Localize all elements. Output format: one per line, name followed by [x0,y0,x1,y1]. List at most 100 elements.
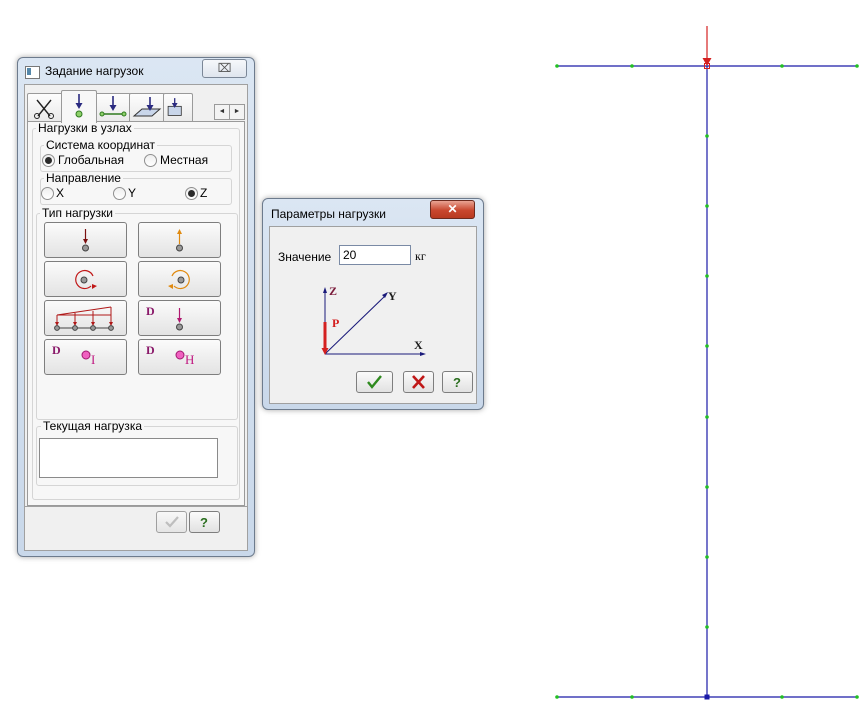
node [705,274,709,278]
help-button[interactable]: ? [189,511,220,533]
dialog-client: Значение кг Z X Y P [269,226,477,404]
node [705,555,709,559]
node [630,64,634,68]
plate-load-icon [132,97,162,117]
arrow-left-icon: ◄ [218,108,226,115]
window-client: ◄ ► Нагрузки в узлах Система координат Г… [24,84,248,551]
axis-y-label: Y [388,289,397,303]
node [555,64,559,68]
radio-global-label[interactable]: Глобальная [58,154,124,167]
node [705,485,709,489]
dialog-close-button[interactable]: ✕ [430,200,475,219]
node-loads-title: Нагрузки в узлах [36,121,134,135]
close-icon: ✕ [447,202,458,216]
node-load-icon [75,94,83,118]
apply-button[interactable] [156,511,187,533]
node [780,695,784,699]
dynamic-i-button[interactable]: D I [44,339,127,375]
node [705,344,709,348]
force-down-button[interactable] [44,222,127,258]
dynamic-h-button[interactable]: D H [138,339,221,375]
node [705,415,709,419]
moment-ccw-button[interactable] [138,261,221,297]
tab-scroll: ◄ ► [214,104,245,120]
node [855,64,859,68]
close-button[interactable]: ⌧ [202,59,247,78]
arrow-right-icon: ► [233,108,241,115]
coord-system-label: Система координат [44,138,158,152]
load-params-dialog: Параметры нагрузки ✕ Значение кг Z X Y P [262,198,484,410]
force-up-button[interactable] [138,222,221,258]
selected-node[interactable] [704,694,710,700]
load-arrow-icon [702,26,712,69]
radio-dir-x[interactable] [41,187,54,200]
radio-dir-y[interactable] [113,187,126,200]
current-load-label: Текущая нагрузка [41,419,144,433]
cancel-button[interactable] [403,371,434,393]
value-label: Значение [278,250,332,264]
value-input[interactable] [339,245,411,265]
axes-diagram: Z X Y P [321,284,426,356]
dialog-help-label: ? [453,375,461,390]
node [705,625,709,629]
radio-dir-z[interactable] [185,187,198,200]
force-up-icon [176,229,183,252]
footer-separator [25,506,247,507]
dynamic-i-icon: D I [52,343,95,367]
dialog-title: Параметры нагрузки [271,207,386,221]
force-p-label: P [332,316,339,330]
tab-scroll-left-button[interactable]: ◄ [214,104,230,120]
direction-label: Направление [44,171,123,185]
cross-icon [412,375,425,389]
radio-dir-x-label[interactable]: X [56,187,64,200]
moment-ccw-icon [168,269,190,290]
ok-button[interactable] [356,371,393,393]
window-title: Задание нагрузок [45,64,144,78]
dynamic-force-button[interactable]: D [138,300,221,336]
help-label: ? [200,515,208,530]
loads-window: Задание нагрузок ⌧ ◄ ► Нагрузки в узлах … [17,57,255,557]
moment-cw-icon [75,269,97,290]
dialog-help-button[interactable]: ? [442,371,473,393]
close-icon: ⌧ [217,61,232,75]
dynamic-h-icon: D H [146,343,194,367]
current-load-field [39,438,218,478]
node [705,134,709,138]
bar-load-icon [99,96,127,117]
node [630,695,634,699]
tab-plate-loads[interactable] [129,93,165,122]
checkmark-icon [165,516,179,528]
dynamic-force-letter: D [146,304,155,318]
radio-local-label[interactable]: Местная [160,154,208,167]
help-icon: ? [200,515,208,530]
tab-node-loads[interactable] [61,90,97,123]
radio-local[interactable] [144,154,157,167]
solid-load-icon [167,98,182,116]
load-type-label: Тип нагрузки [40,206,116,220]
tab-bar-loads[interactable] [95,93,131,122]
help-icon: ? [453,375,461,390]
radio-dir-z-label[interactable]: Z [200,187,207,200]
dynamic-force-icon: D [146,304,183,331]
axis-x-label: X [414,338,423,352]
distributed-load-button[interactable] [44,300,127,336]
tab-delete[interactable] [27,93,63,122]
tab-scroll-right-button[interactable]: ► [229,104,245,120]
dynamic-h-letter: D [146,343,155,357]
radio-global[interactable] [42,154,55,167]
scissors-icon [34,99,54,119]
tab-panel: Нагрузки в узлах Система координат Глоба… [27,121,245,506]
node [780,64,784,68]
node [555,695,559,699]
dynamic-i-letter: D [52,343,61,357]
radio-dir-y-label[interactable]: Y [128,187,136,200]
dynamic-i-sub: I [91,352,95,367]
distributed-load-icon [54,306,114,331]
tab-solid-loads[interactable] [163,93,193,122]
moment-cw-button[interactable] [44,261,127,297]
axis-z-label: Z [329,284,337,298]
window-app-icon [25,66,40,79]
checkmark-icon [367,375,382,389]
node [705,204,709,208]
node [855,695,859,699]
